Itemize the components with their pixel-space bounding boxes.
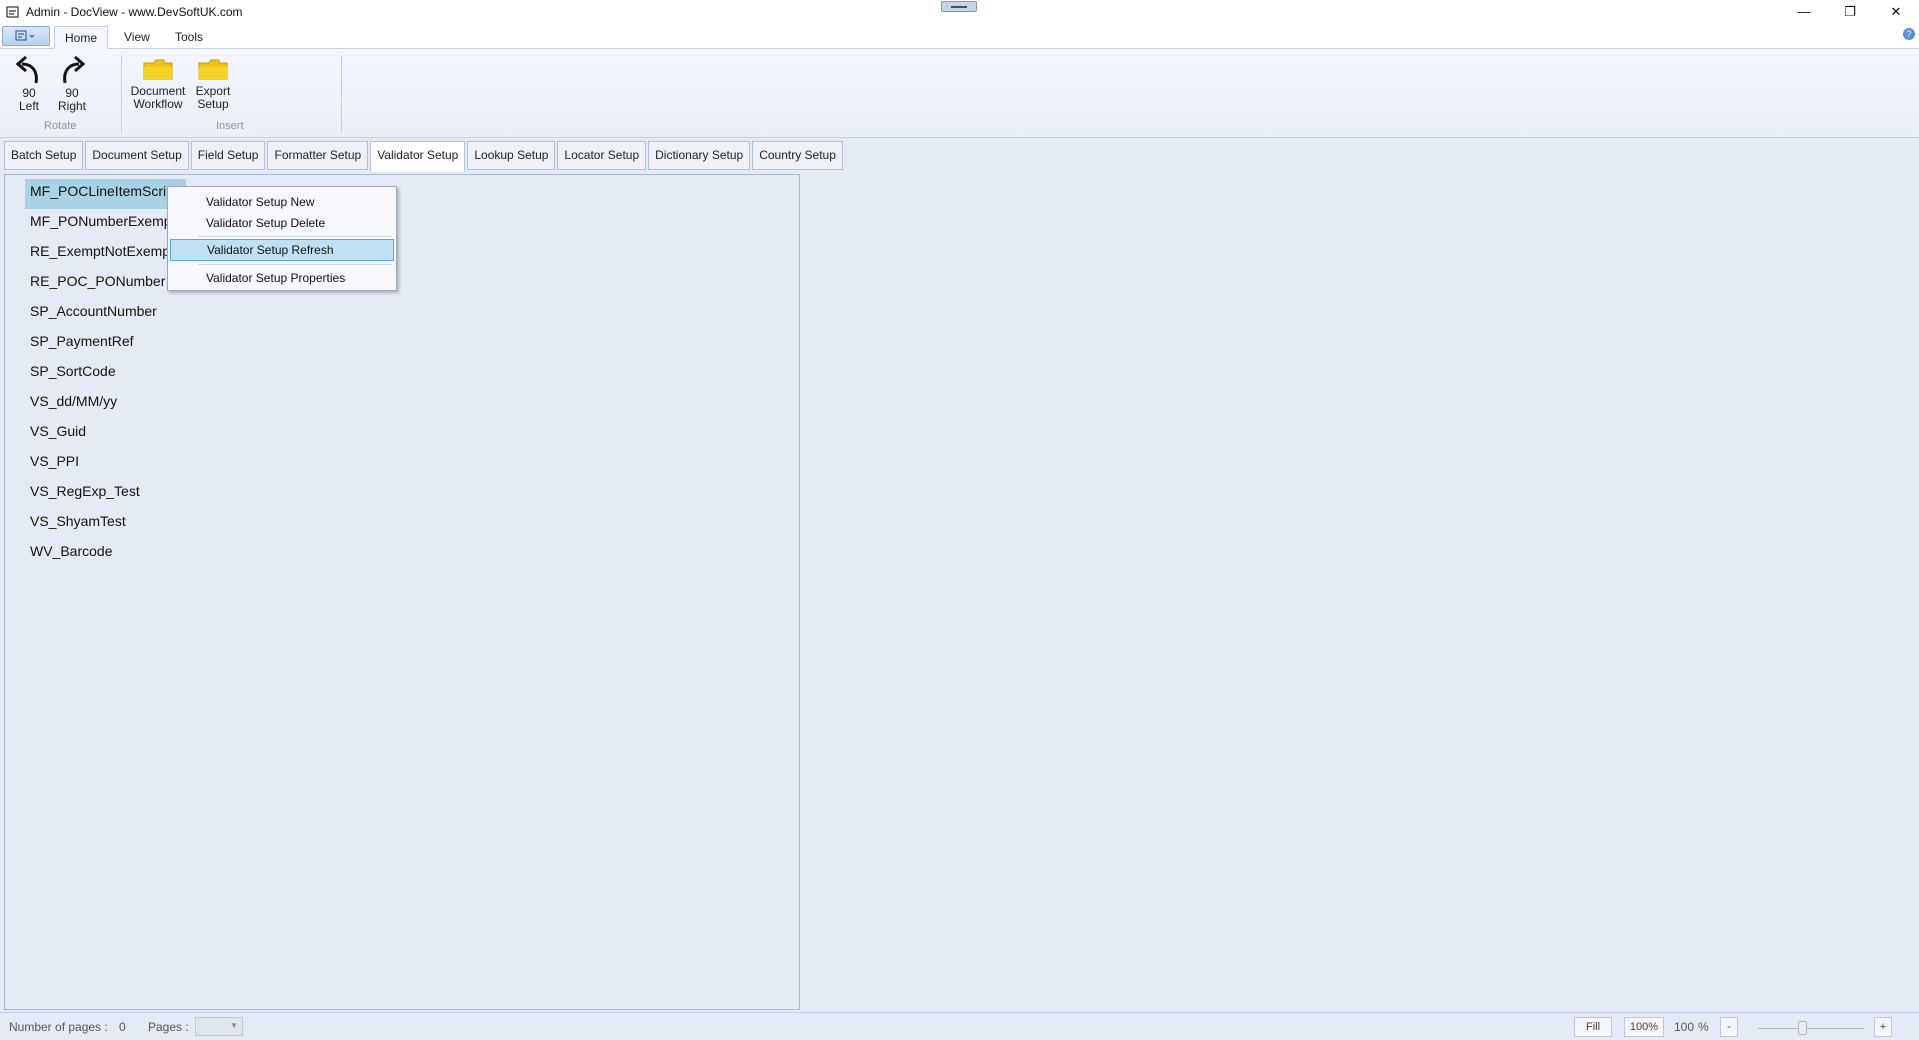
validator-list-panel: MF_POCLineItemScript MF_PONumberExempt R…	[4, 174, 800, 1010]
context-menu: Validator Setup New Validator Setup Dele…	[167, 186, 397, 291]
export-setup-label-2: Setup	[197, 97, 229, 111]
rotate-left-icon	[15, 55, 38, 84]
status-bar: Number of pages : 0 Pages : ▼ Fill 100% …	[0, 1012, 1919, 1040]
zoom-unit: %	[1698, 1020, 1709, 1034]
insert-group-label: Insert	[216, 120, 244, 132]
export-setup-label-1: Export	[195, 84, 231, 98]
pages-label: Pages :	[148, 1020, 189, 1034]
validator-list: MF_POCLineItemScript MF_PONumberExempt R…	[25, 179, 186, 569]
app-menu-button[interactable]	[2, 26, 50, 46]
list-item[interactable]: VS_PPI	[25, 449, 186, 479]
rotate-left-button[interactable]: 90 Left	[12, 53, 46, 113]
zoom-in-button[interactable]: +	[1874, 1017, 1892, 1037]
app-icon	[6, 5, 19, 18]
tab-field-setup[interactable]: Field Setup	[190, 141, 266, 170]
tab-formatter-setup[interactable]: Formatter Setup	[267, 141, 369, 170]
folder-icon	[198, 59, 228, 80]
context-menu-separator	[198, 264, 392, 265]
fill-button[interactable]: Fill	[1574, 1017, 1612, 1037]
list-item[interactable]: SP_PaymentRef	[25, 329, 186, 359]
document-workflow-button[interactable]: Document Workflow	[128, 57, 188, 111]
export-setup-button[interactable]: Export Setup	[190, 57, 236, 111]
zoom-value: 100	[1674, 1020, 1695, 1034]
list-item[interactable]: MF_PONumberExempt	[25, 209, 186, 239]
context-menu-separator	[198, 236, 392, 237]
list-item[interactable]: VS_ShyamTest	[25, 509, 186, 539]
ribbon-body: 90 Left 90 Right Rotate Document Workflo…	[0, 49, 1919, 138]
document-workflow-label-2: Workflow	[133, 97, 183, 111]
context-menu-refresh[interactable]: Validator Setup Refresh	[170, 239, 394, 261]
number-of-pages-value: 0	[119, 1020, 126, 1034]
number-of-pages-label: Number of pages :	[9, 1020, 108, 1034]
rotate-group-label: Rotate	[44, 120, 77, 132]
close-button[interactable]: ✕	[1873, 0, 1919, 23]
chevron-down-icon: ▼	[230, 1021, 238, 1030]
minimize-button[interactable]: —	[1781, 0, 1827, 23]
document-workflow-label-1: Document	[130, 84, 186, 98]
context-menu-delete[interactable]: Validator Setup Delete	[170, 212, 394, 234]
window-drag-handle[interactable]	[941, 1, 977, 12]
list-item[interactable]: VS_RegExp_Test	[25, 479, 186, 509]
pages-dropdown[interactable]: ▼	[195, 1017, 243, 1036]
list-item[interactable]: RE_POC_PONumber	[25, 269, 186, 299]
zoom-100-button[interactable]: 100%	[1624, 1017, 1664, 1037]
rotate-right-icon	[63, 55, 86, 84]
list-item[interactable]: SP_SortCode	[25, 359, 186, 389]
tab-locator-setup[interactable]: Locator Setup	[557, 141, 647, 170]
ribbon-tab-row: Home View Tools ?	[0, 23, 1919, 49]
window-title: Admin - DocView - www.DevSoftUK.com	[26, 4, 243, 19]
ribbon-tab-home[interactable]: Home	[54, 26, 109, 49]
rotate-left-label-1: 90	[22, 86, 36, 100]
rotate-right-label-1: 90	[65, 86, 79, 100]
list-item[interactable]: SP_AccountNumber	[25, 299, 186, 329]
folder-icon	[143, 59, 173, 80]
tab-document-setup[interactable]: Document Setup	[85, 141, 189, 170]
ribbon-tab-tools[interactable]: Tools	[165, 26, 213, 49]
context-menu-new[interactable]: Validator Setup New	[170, 191, 394, 213]
ribbon-tab-view[interactable]: View	[114, 26, 160, 49]
zoom-slider-thumb[interactable]	[1798, 1021, 1807, 1035]
app-menu-icon	[15, 30, 35, 41]
list-item[interactable]: VS_dd/MM/yy	[25, 389, 186, 419]
ribbon-group-separator	[121, 55, 122, 133]
tab-dictionary-setup[interactable]: Dictionary Setup	[648, 141, 751, 170]
rotate-right-button[interactable]: 90 Right	[55, 53, 89, 113]
tab-batch-setup[interactable]: Batch Setup	[4, 141, 84, 170]
setup-tab-strip: Batch Setup Document Setup Field Setup F…	[4, 141, 845, 172]
restore-button[interactable]: ❐	[1827, 0, 1873, 23]
zoom-slider-track[interactable]	[1758, 1028, 1864, 1029]
help-icon[interactable]: ?	[1903, 28, 1915, 40]
tab-country-setup[interactable]: Country Setup	[752, 141, 843, 170]
tab-lookup-setup[interactable]: Lookup Setup	[467, 141, 556, 170]
tab-validator-setup[interactable]: Validator Setup	[370, 141, 466, 172]
list-item[interactable]: WV_Barcode	[25, 539, 186, 569]
list-item[interactable]: MF_POCLineItemScript	[25, 179, 186, 209]
list-item[interactable]: VS_Guid	[25, 419, 186, 449]
zoom-out-button[interactable]: -	[1720, 1017, 1738, 1037]
rotate-right-label-2: Right	[57, 99, 86, 113]
ribbon-group-separator	[341, 55, 342, 133]
list-item[interactable]: RE_ExemptNotExempt	[25, 239, 186, 269]
context-menu-properties[interactable]: Validator Setup Properties	[170, 267, 394, 289]
title-bar: Admin - DocView - www.DevSoftUK.com — ❐ …	[0, 0, 1919, 23]
rotate-left-label-2: Left	[18, 99, 39, 113]
